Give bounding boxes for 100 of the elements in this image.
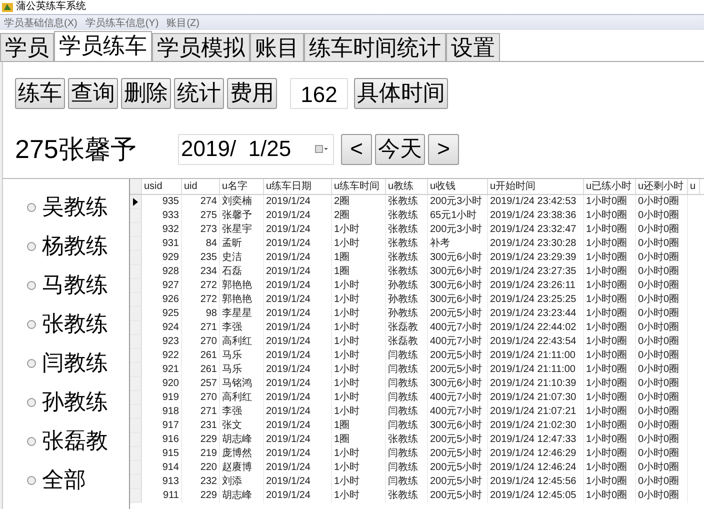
table-cell: 0小时0圈 (636, 223, 688, 237)
radio-icon[interactable] (27, 242, 36, 250)
table-cell: 200元5小时 (428, 489, 488, 503)
current-row-icon (133, 198, 138, 206)
table-cell: 1小时0圈 (584, 377, 636, 391)
table-cell: 921 (142, 363, 182, 377)
table-cell: 0小时0圈 (636, 489, 688, 503)
table-cell: 1小时0圈 (584, 489, 636, 503)
table-cell: 231 (182, 419, 220, 433)
table-cell: 2019/1/24 22:44:02 (488, 321, 584, 335)
coach-radio[interactable]: 张磊教 (27, 427, 129, 455)
coach-radio[interactable]: 张教练 (27, 310, 129, 338)
radio-icon[interactable] (27, 320, 36, 328)
date-nav-button[interactable]: 今天 (375, 134, 425, 164)
column-header[interactable]: u教练 (386, 179, 428, 194)
table-cell: 232 (182, 475, 220, 489)
table-cell: 2019/1/24 12:45:56 (488, 475, 584, 489)
table-cell: 200元5小时 (428, 349, 488, 363)
table-cell: 石磊 (220, 265, 264, 279)
toolbar-button[interactable]: 练车 (15, 78, 65, 108)
table-cell: 1圈 (332, 265, 386, 279)
row-header[interactable] (130, 195, 142, 209)
table-cell: 0小时0圈 (636, 405, 688, 419)
column-header[interactable]: u已练小时 (584, 179, 636, 194)
table-cell: 张教练 (386, 209, 428, 223)
radio-icon[interactable] (27, 398, 36, 406)
table-cell: 922 (142, 349, 182, 363)
column-header[interactable]: u开始时间 (488, 179, 584, 194)
radio-icon[interactable] (27, 280, 36, 290)
table-cell: 1小时0圈 (584, 321, 636, 335)
table-cell: 张磊教 (386, 321, 428, 335)
tab[interactable]: 学员 (0, 33, 54, 61)
table-cell: 1小时0圈 (584, 349, 636, 363)
tab[interactable]: 练车时间统计 (304, 33, 446, 61)
tab[interactable]: 学员练车 (54, 31, 152, 61)
column-header[interactable]: u名字 (220, 179, 264, 194)
toolbar-button[interactable]: 统计 (174, 78, 224, 108)
coach-radio[interactable]: 杨教练 (27, 232, 129, 260)
date-picker[interactable]: 2019/ 1/25 (178, 134, 334, 164)
toolbar-button[interactable]: 删除 (121, 78, 171, 108)
column-header[interactable]: uid (182, 179, 220, 194)
table-cell: 2019/1/24 (264, 279, 332, 293)
radio-icon[interactable] (27, 476, 36, 484)
table-cell: 2019/1/24 21:10:39 (488, 377, 584, 391)
coach-radio[interactable]: 马教练 (27, 271, 129, 299)
menu-item[interactable]: 账目(Z) (166, 16, 200, 30)
table-cell: 928 (142, 265, 182, 279)
tab[interactable]: 设置 (446, 33, 500, 61)
table-cell: 1小时 (332, 391, 386, 405)
table-cell: 270 (182, 335, 220, 349)
table-cell: 234 (182, 265, 220, 279)
table-cell: 李强 (220, 321, 264, 335)
date-nav-button[interactable]: < (341, 134, 372, 164)
column-header[interactable]: u (688, 179, 700, 194)
detail-time-button[interactable]: 具体时间 (354, 78, 448, 108)
menu-item[interactable]: 学员基础信息(X) (4, 16, 78, 30)
toolbar-button[interactable]: 费用 (227, 78, 277, 108)
student-label: 275张馨予 (15, 132, 138, 166)
table-cell: 0小时0圈 (636, 209, 688, 223)
count-field[interactable]: 162 (290, 78, 348, 108)
column-header[interactable]: u练车时间 (332, 179, 386, 194)
table-cell: 2019/1/24 23:32:47 (488, 223, 584, 237)
coach-radio[interactable]: 闫教练 (27, 349, 129, 377)
radio-icon[interactable] (27, 358, 36, 368)
column-header[interactable]: u还剩小时 (636, 179, 688, 194)
coach-label: 张教练 (42, 310, 108, 338)
coach-radio[interactable]: 孙教练 (27, 388, 129, 416)
menu-item[interactable]: 学员练车信息(Y) (85, 16, 159, 30)
table-cell: 闫教练 (386, 447, 428, 461)
table-cell: 郭艳艳 (220, 293, 264, 307)
table-cell: 300元6小时 (428, 293, 488, 307)
table-cell: 张教练 (386, 251, 428, 265)
table-cell: 郭艳艳 (220, 279, 264, 293)
tab[interactable]: 学员模拟 (152, 33, 250, 61)
table-cell: 补考 (428, 237, 488, 251)
table-cell: 1小时0圈 (584, 209, 636, 223)
toolbar-button[interactable]: 查询 (68, 78, 118, 108)
table-cell: 1小时 (332, 335, 386, 349)
table-cell: 275 (182, 209, 220, 223)
table-cell: 300元6小时 (428, 265, 488, 279)
coach-radio[interactable]: 吴教练 (27, 193, 129, 221)
tab[interactable]: 账目 (250, 33, 304, 61)
coach-label: 全部 (42, 466, 86, 494)
table-cell: 高利红 (220, 335, 264, 349)
table-cell: 0小时0圈 (636, 237, 688, 251)
radio-icon[interactable] (27, 202, 36, 212)
coach-radio[interactable]: 全部 (27, 466, 129, 494)
table-cell: 400元7小时 (428, 335, 488, 349)
table-cell: 闫教练 (386, 461, 428, 475)
column-header[interactable]: u练车日期 (264, 179, 332, 194)
column-header[interactable]: u收钱 (428, 179, 488, 194)
table-cell: 高利红 (220, 391, 264, 405)
table-cell: 2019/1/24 12:45:05 (488, 489, 584, 503)
radio-icon[interactable] (27, 436, 36, 446)
table-cell: 0小时0圈 (636, 279, 688, 293)
table-cell: 0小时0圈 (636, 307, 688, 321)
table-cell: 272 (182, 279, 220, 293)
column-header[interactable]: usid (142, 179, 182, 194)
table-cell: 1小时 (332, 293, 386, 307)
date-nav-button[interactable]: > (428, 134, 459, 164)
